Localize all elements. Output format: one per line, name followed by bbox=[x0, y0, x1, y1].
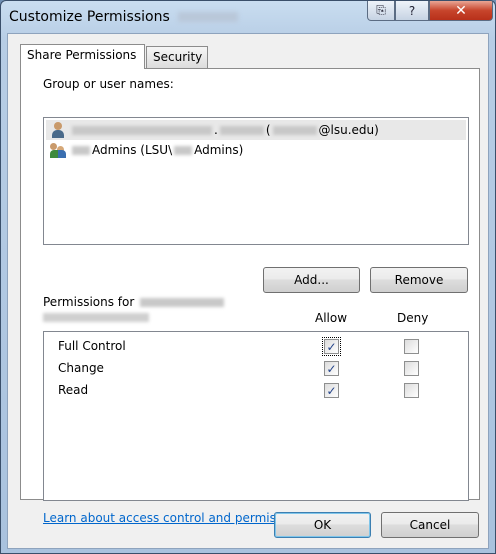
help-context-button[interactable]: ⎘ bbox=[367, 1, 395, 21]
redacted-text bbox=[140, 298, 225, 307]
tab-share-permissions[interactable]: Share Permissions bbox=[20, 44, 145, 69]
checkmark-icon: ✓ bbox=[326, 383, 337, 398]
permissions-table: Full Control ✓ Change ✓ Read ✓ bbox=[43, 331, 469, 501]
redacted-text bbox=[272, 125, 317, 135]
add-button[interactable]: Add... bbox=[263, 267, 360, 293]
list-item-text: @lsu.edu) bbox=[318, 123, 379, 137]
list-item-text: ( bbox=[265, 123, 271, 137]
dialog-client-area: Share Permissions Security Group or user… bbox=[7, 33, 489, 549]
redacted-text bbox=[72, 125, 212, 135]
allow-column-header: Allow bbox=[315, 311, 348, 325]
checkmark-icon: ✓ bbox=[326, 361, 337, 376]
deny-full-control-checkbox[interactable] bbox=[404, 339, 419, 354]
allow-read-checkbox[interactable]: ✓ bbox=[324, 383, 339, 398]
close-icon: ✕ bbox=[455, 2, 467, 19]
list-item[interactable]: Admins (LSU\ Admins) bbox=[46, 140, 466, 160]
window-title: Customize Permissions bbox=[9, 9, 238, 25]
permission-name: Full Control bbox=[58, 339, 126, 353]
list-item-text: Admins (LSU\ bbox=[92, 143, 173, 157]
allow-change-checkbox[interactable]: ✓ bbox=[324, 361, 339, 376]
dialog-window: Customize Permissions ⎘ ? ✕ Share Permis… bbox=[0, 0, 496, 554]
redacted-text bbox=[219, 125, 264, 135]
access-control-help-link[interactable]: Learn about access control and permissio… bbox=[43, 511, 307, 525]
checkmark-icon: ✓ bbox=[326, 339, 337, 354]
help-context-icon: ⎘ bbox=[376, 3, 386, 17]
list-item[interactable]: . ( @lsu.edu) bbox=[46, 120, 466, 140]
tab-label: Share Permissions bbox=[27, 48, 137, 62]
table-row: Change ✓ bbox=[44, 358, 468, 380]
share-permissions-panel: Group or user names: . ( @lsu.edu) Admin… bbox=[20, 68, 480, 525]
permissions-for-text: Permissions for bbox=[43, 295, 135, 309]
deny-change-checkbox[interactable] bbox=[404, 361, 419, 376]
question-icon: ? bbox=[408, 3, 416, 18]
help-button[interactable]: ? bbox=[395, 1, 429, 21]
permission-name: Read bbox=[58, 383, 89, 397]
table-row: Full Control ✓ bbox=[44, 336, 468, 358]
deny-read-checkbox[interactable] bbox=[404, 383, 419, 398]
deny-column-header: Deny bbox=[397, 311, 429, 325]
allow-full-control-checkbox[interactable]: ✓ bbox=[322, 337, 341, 356]
title-bar[interactable]: Customize Permissions ⎘ ? ✕ bbox=[1, 1, 495, 35]
group-names-label: Group or user names: bbox=[43, 77, 174, 91]
window-title-text: Customize Permissions bbox=[9, 9, 170, 25]
ok-button-label: OK bbox=[313, 518, 332, 532]
list-item-text: . bbox=[214, 123, 218, 137]
tab-security[interactable]: Security bbox=[146, 46, 208, 68]
remove-button-label: Remove bbox=[394, 273, 444, 287]
redacted-text bbox=[43, 313, 149, 322]
cancel-button-label: Cancel bbox=[409, 518, 451, 532]
group-user-list[interactable]: . ( @lsu.edu) Admins (LSU\ Admins) bbox=[43, 117, 469, 245]
permission-name: Change bbox=[58, 361, 104, 375]
add-button-label: Add... bbox=[294, 273, 329, 287]
group-icon bbox=[50, 142, 66, 158]
list-item-text: Admins) bbox=[194, 143, 244, 157]
user-icon bbox=[50, 122, 66, 138]
tab-label: Security bbox=[153, 50, 203, 64]
close-button[interactable]: ✕ bbox=[429, 1, 493, 21]
redacted-text bbox=[177, 12, 238, 22]
redacted-text bbox=[174, 145, 193, 155]
remove-button[interactable]: Remove bbox=[370, 267, 468, 293]
ok-button[interactable]: OK bbox=[274, 512, 371, 538]
permissions-for-label: Permissions for bbox=[43, 295, 226, 309]
table-row: Read ✓ bbox=[44, 380, 468, 402]
redacted-text bbox=[72, 145, 90, 155]
cancel-button[interactable]: Cancel bbox=[381, 512, 479, 538]
